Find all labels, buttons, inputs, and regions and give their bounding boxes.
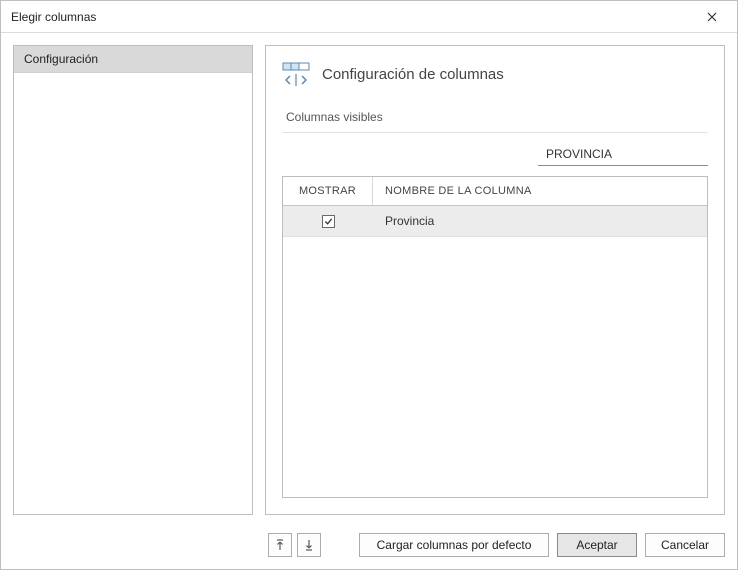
panel-header: Configuración de columnas xyxy=(282,60,708,88)
search-row xyxy=(282,143,708,166)
button-label: Cargar columnas por defecto xyxy=(377,538,532,552)
search-box xyxy=(538,143,708,166)
window-title: Elegir columnas xyxy=(11,10,96,24)
row-checkbox[interactable] xyxy=(322,215,335,228)
close-icon xyxy=(707,12,717,22)
arrow-top-icon xyxy=(276,539,284,551)
button-label: Aceptar xyxy=(576,538,617,552)
cell-show xyxy=(283,207,373,236)
sidebar-item-label: Configuración xyxy=(24,52,98,66)
sidebar: Configuración xyxy=(13,45,253,515)
load-defaults-button[interactable]: Cargar columnas por defecto xyxy=(359,533,549,557)
main-panel: Configuración de columnas Columnas visib… xyxy=(265,45,725,515)
panel-title: Configuración de columnas xyxy=(322,66,504,83)
section-label: Columnas visibles xyxy=(282,106,708,133)
table-body: Provincia xyxy=(283,206,707,497)
accept-button[interactable]: Aceptar xyxy=(557,533,637,557)
dialog-footer: Cargar columnas por defecto Aceptar Canc… xyxy=(1,523,737,569)
button-label: Cancelar xyxy=(661,538,709,552)
move-bottom-button[interactable] xyxy=(297,533,321,557)
search-input[interactable] xyxy=(542,145,705,163)
column-header-name[interactable]: NOMBRE DE LA COLUMNA xyxy=(373,177,707,205)
check-icon xyxy=(324,217,333,226)
column-header-show[interactable]: MOSTRAR xyxy=(283,177,373,205)
cancel-button[interactable]: Cancelar xyxy=(645,533,725,557)
columns-config-icon xyxy=(282,60,310,88)
cell-name: Provincia xyxy=(373,206,707,236)
sidebar-item-config[interactable]: Configuración xyxy=(14,46,252,73)
table-row[interactable]: Provincia xyxy=(283,206,707,237)
dialog-window: Elegir columnas Configuración xyxy=(0,0,738,570)
reorder-buttons xyxy=(268,533,321,557)
titlebar: Elegir columnas xyxy=(1,1,737,33)
close-button[interactable] xyxy=(697,2,727,32)
dialog-body: Configuración Configuración de columnas xyxy=(1,33,737,523)
move-top-button[interactable] xyxy=(268,533,292,557)
columns-table: MOSTRAR NOMBRE DE LA COLUMNA Provincia xyxy=(282,176,708,498)
table-header: MOSTRAR NOMBRE DE LA COLUMNA xyxy=(283,177,707,206)
arrow-bottom-icon xyxy=(305,539,313,551)
